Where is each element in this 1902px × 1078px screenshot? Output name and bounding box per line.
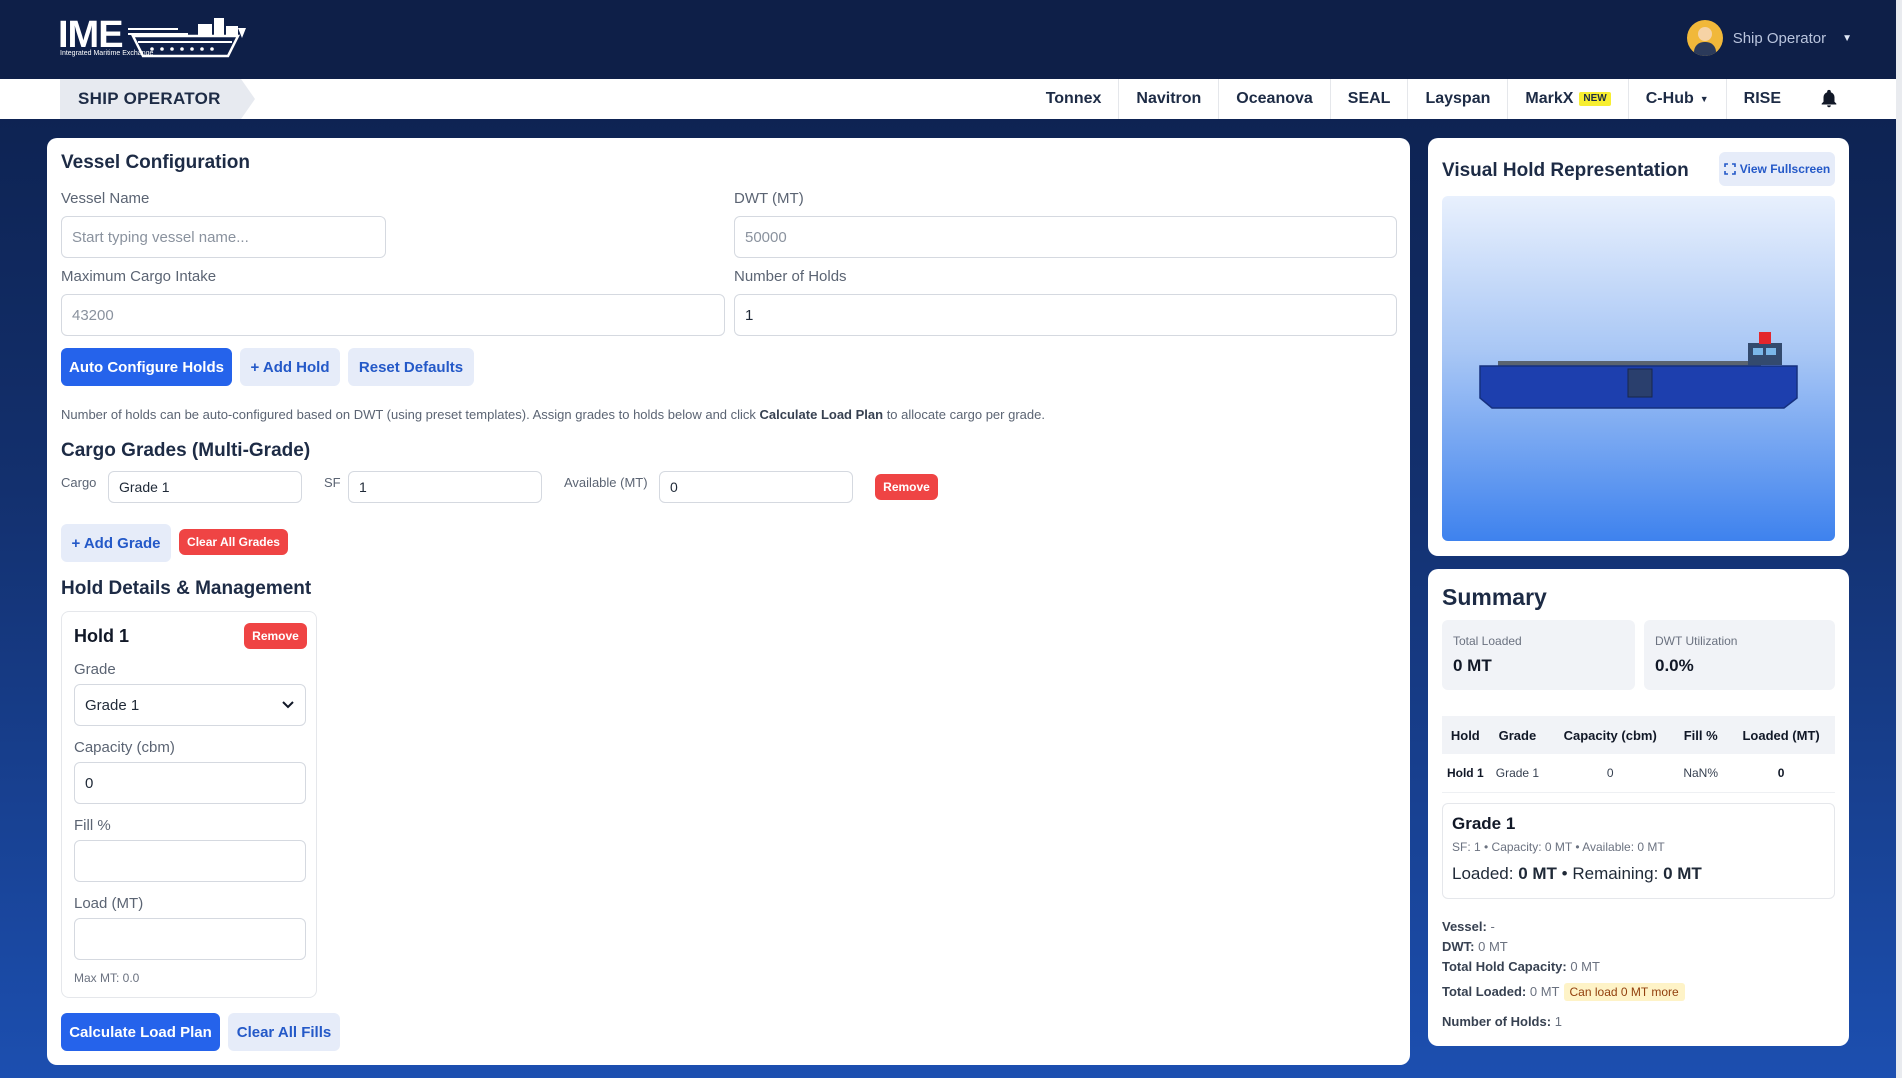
- fill-label: Fill %: [74, 817, 111, 834]
- sf-input[interactable]: 1: [348, 471, 542, 503]
- nav-link-chub[interactable]: C-Hub ▼: [1627, 79, 1726, 119]
- chevron-down-icon: ▼: [1842, 32, 1852, 44]
- section-title-visual: Visual Hold Representation: [1442, 160, 1689, 181]
- help-text: Number of holds can be auto-configured b…: [61, 407, 1045, 422]
- hold-card: Hold 1 Remove Grade Grade 1 Capacity (cb…: [61, 611, 317, 998]
- dwt-input[interactable]: 50000: [734, 216, 1397, 258]
- cargo-label: Cargo: [61, 475, 97, 490]
- view-fullscreen-button[interactable]: View Fullscreen: [1719, 152, 1835, 186]
- new-badge: NEW: [1579, 92, 1611, 106]
- dwt-label: DWT (MT): [734, 190, 804, 207]
- num-holds-label: Number of Holds: [734, 268, 847, 285]
- ime-logo[interactable]: IME Integrated Maritime Exchange: [58, 14, 246, 62]
- load-input[interactable]: [74, 918, 306, 960]
- grade-select[interactable]: Grade 1: [74, 684, 306, 726]
- summary-table: Hold Grade Capacity (cbm) Fill % Loaded …: [1442, 716, 1835, 793]
- add-hold-button[interactable]: + Add Hold: [240, 348, 340, 386]
- section-title-vessel-config: Vessel Configuration: [61, 152, 250, 173]
- dwt-meta: DWT: 0 MT: [1442, 939, 1508, 954]
- vessel-config-card: Vessel Configuration Vessel Name Start t…: [47, 138, 1410, 1065]
- scrollbar[interactable]: [1896, 0, 1902, 1078]
- total-loaded-box: Total Loaded 0 MT: [1442, 620, 1635, 690]
- table-header: Fill %: [1674, 716, 1728, 754]
- clear-all-fills-button[interactable]: Clear All Fills: [228, 1013, 340, 1051]
- num-holds-meta: Number of Holds: 1: [1442, 1014, 1562, 1029]
- vessel-meta: Vessel: -: [1442, 919, 1495, 934]
- bell-icon[interactable]: [1798, 79, 1840, 119]
- nav-bar: SHIP OPERATOR Tonnex Navitron Oceanova S…: [0, 79, 1896, 119]
- vessel-name-input[interactable]: Start typing vessel name...: [61, 216, 386, 258]
- ship-diagram: [1479, 332, 1798, 409]
- auto-configure-holds-button[interactable]: Auto Configure Holds: [61, 348, 232, 386]
- section-title-hold-details: Hold Details & Management: [61, 578, 312, 599]
- available-input[interactable]: 0: [659, 471, 853, 503]
- total-loaded-meta: Total Loaded: 0 MT Can load 0 MT more: [1442, 983, 1685, 1001]
- table-row: Hold 1 Grade 1 0 NaN% 0: [1442, 754, 1835, 793]
- reset-defaults-button[interactable]: Reset Defaults: [348, 348, 474, 386]
- fullscreen-icon: [1723, 163, 1736, 175]
- table-header: Grade: [1488, 716, 1547, 754]
- hold-visual-canvas: [1442, 196, 1835, 541]
- ship-funnel: [1759, 332, 1771, 344]
- breadcrumb: SHIP OPERATOR: [60, 79, 255, 119]
- nav-link-markx[interactable]: MarkX NEW: [1507, 79, 1627, 119]
- nav-link-rise[interactable]: RISE: [1725, 79, 1798, 119]
- table-header: Capacity (cbm): [1546, 716, 1675, 754]
- user-menu[interactable]: Ship Operator ▼: [1686, 20, 1852, 56]
- table-header: Hold: [1442, 716, 1489, 754]
- sf-label: SF: [324, 475, 341, 490]
- grade-loaded-line: Loaded: 0 MT • Remaining: 0 MT: [1452, 864, 1702, 883]
- load-label: Load (MT): [74, 895, 144, 912]
- max-cargo-label: Maximum Cargo Intake: [61, 268, 217, 285]
- grade-summary-title: Grade 1: [1452, 814, 1516, 833]
- max-cargo-input[interactable]: 43200: [61, 294, 725, 336]
- calculate-load-plan-button[interactable]: Calculate Load Plan: [61, 1013, 220, 1051]
- section-title-summary: Summary: [1442, 584, 1547, 610]
- capacity-input[interactable]: 0: [74, 762, 306, 804]
- grade-summary-box: Grade 1 SF: 1 • Capacity: 0 MT • Availab…: [1442, 803, 1835, 899]
- add-grade-button[interactable]: + Add Grade: [61, 524, 171, 562]
- nav-link-oceanova[interactable]: Oceanova: [1218, 79, 1329, 119]
- nav-link-seal[interactable]: SEAL: [1329, 79, 1408, 119]
- visual-hold-card: Visual Hold Representation View Fullscre…: [1428, 138, 1849, 556]
- cargo-name-input[interactable]: Grade 1: [108, 471, 302, 503]
- dwt-utilization-box: DWT Utilization 0.0%: [1644, 620, 1835, 690]
- section-title-cargo-grades: Cargo Grades (Multi-Grade): [61, 440, 311, 461]
- avatar: [1686, 20, 1723, 56]
- clear-all-grades-button[interactable]: Clear All Grades: [179, 529, 288, 555]
- nav-link-tonnex[interactable]: Tonnex: [1029, 79, 1119, 119]
- can-load-badge: Can load 0 MT more: [1563, 983, 1685, 1001]
- chevron-down-icon: ▼: [1699, 94, 1709, 104]
- nav-link-navitron[interactable]: Navitron: [1118, 79, 1218, 119]
- vessel-name-label: Vessel Name: [61, 190, 150, 207]
- ship-logo-icon: [128, 18, 246, 58]
- hold-title: Hold 1: [74, 626, 130, 646]
- nav-link-layspan[interactable]: Layspan: [1407, 79, 1507, 119]
- remove-hold-button[interactable]: Remove: [244, 623, 307, 649]
- summary-card: Summary Total Loaded 0 MT DWT Utilizatio…: [1428, 569, 1849, 1046]
- grade-summary-meta: SF: 1 • Capacity: 0 MT • Available: 0 MT: [1452, 840, 1665, 854]
- chevron-down-icon: [282, 701, 294, 709]
- grade-label: Grade: [74, 661, 116, 678]
- remove-grade-button[interactable]: Remove: [875, 474, 938, 500]
- table-header: Loaded (MT): [1727, 716, 1835, 754]
- hold-1-block: [1627, 368, 1653, 398]
- fill-input[interactable]: [74, 840, 306, 882]
- max-mt-text: Max MT: 0.0: [74, 971, 140, 985]
- available-label: Available (MT): [564, 475, 648, 490]
- user-role: Ship Operator: [1732, 29, 1827, 47]
- num-holds-input[interactable]: 1: [734, 294, 1397, 336]
- capacity-label: Capacity (cbm): [74, 739, 175, 756]
- top-header: IME Integrated Maritime Exchange Ship Op…: [0, 0, 1902, 79]
- hold-capacity-meta: Total Hold Capacity: 0 MT: [1442, 959, 1600, 974]
